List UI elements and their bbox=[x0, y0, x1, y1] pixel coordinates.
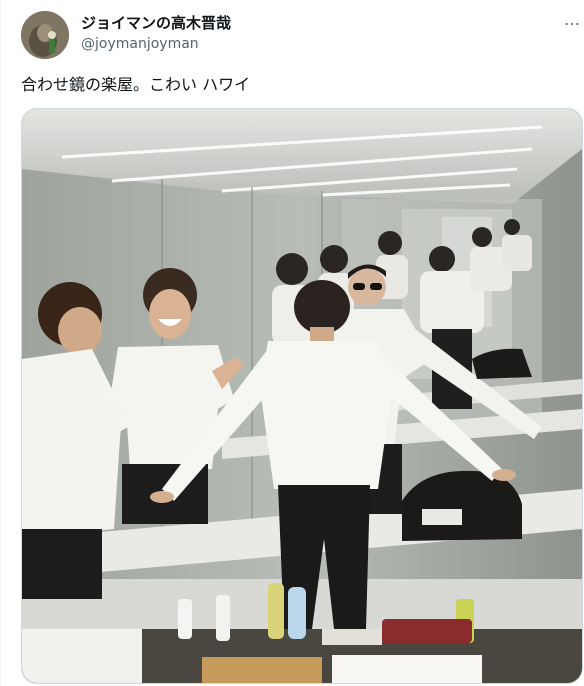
tweet-photo[interactable] bbox=[21, 108, 583, 684]
author-handle[interactable]: @joymanjoyman bbox=[81, 35, 199, 53]
dressing-room-mirror-photo bbox=[22, 109, 582, 683]
author-name[interactable]: ジョイマンの高木晋哉 bbox=[81, 13, 231, 33]
author-avatar[interactable] bbox=[21, 11, 69, 59]
tweet-text: 合わせ鏡の楽屋。こわい ハワイ bbox=[21, 75, 251, 94]
ellipsis-icon: … bbox=[564, 10, 580, 29]
more-options-button[interactable]: … bbox=[563, 10, 581, 30]
profile-photo-icon bbox=[21, 11, 69, 59]
tweet-card: ジョイマンの高木晋哉 @joymanjoyman … 合わせ鏡の楽屋。こわい ハ… bbox=[0, 0, 584, 686]
